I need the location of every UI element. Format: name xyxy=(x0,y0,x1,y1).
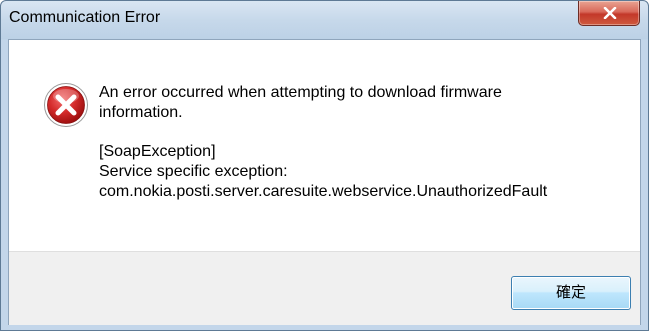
title-bar[interactable]: Communication Error xyxy=(1,1,648,39)
message-line-1: An error occurred when attempting to dow… xyxy=(99,84,502,101)
error-message: An error occurred when attempting to dow… xyxy=(99,83,619,202)
window-title: Communication Error xyxy=(9,9,161,26)
message-area: An error occurred when attempting to dow… xyxy=(9,40,640,251)
ok-button[interactable]: 確定 xyxy=(511,276,631,310)
message-line-4: Service specific exception: xyxy=(99,163,288,180)
button-bar: 確定 xyxy=(9,251,640,325)
close-icon xyxy=(603,7,617,19)
message-line-3: [SoapException] xyxy=(99,143,216,160)
error-icon xyxy=(44,83,88,127)
message-line-2: information. xyxy=(99,104,183,121)
message-line-5: com.nokia.posti.server.caresuite.webserv… xyxy=(99,183,548,200)
close-button[interactable] xyxy=(578,1,640,26)
dialog-window: Communication Error An error occurred wh… xyxy=(0,0,649,331)
dialog-client-area: An error occurred when attempting to dow… xyxy=(8,39,641,325)
